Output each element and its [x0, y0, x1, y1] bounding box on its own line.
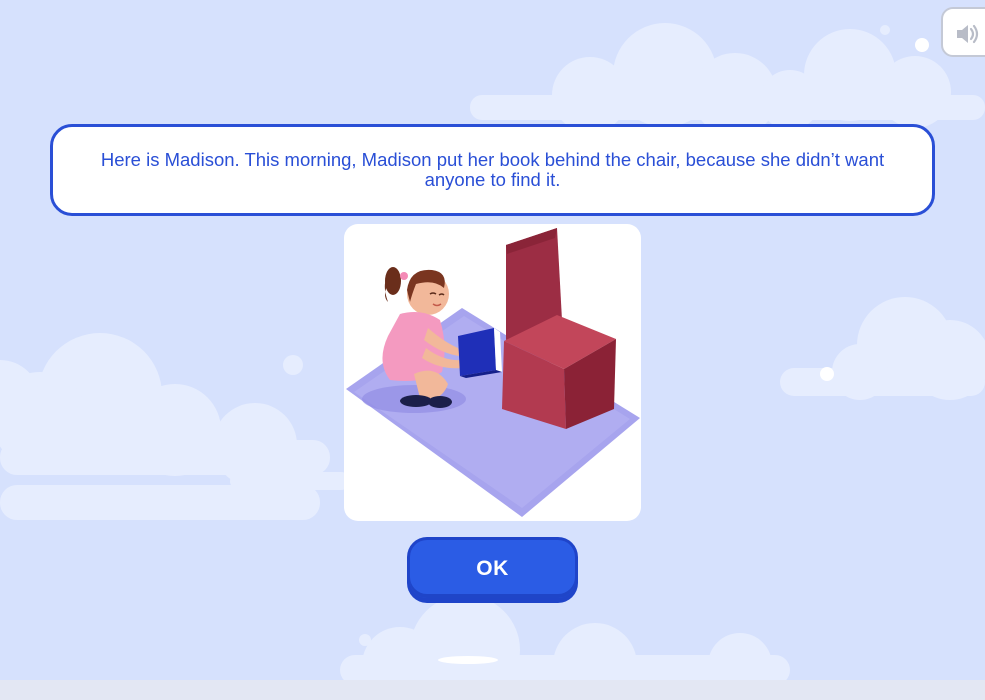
game-stage: Here is Madison. This morning, Madison p… [0, 0, 985, 700]
ok-button-face: OK [410, 540, 575, 598]
story-prompt-text: Here is Madison. This morning, Madison p… [100, 149, 885, 190]
girl-with-book-and-chair-illustration [346, 228, 640, 517]
story-illustration-card [344, 224, 641, 521]
ok-button[interactable]: OK [407, 537, 578, 603]
ok-button-label: OK [476, 557, 509, 580]
bottom-bar [0, 680, 985, 700]
speaker-volume-icon [957, 24, 979, 44]
sound-button[interactable] [941, 7, 985, 57]
story-prompt-box: Here is Madison. This morning, Madison p… [50, 124, 935, 216]
